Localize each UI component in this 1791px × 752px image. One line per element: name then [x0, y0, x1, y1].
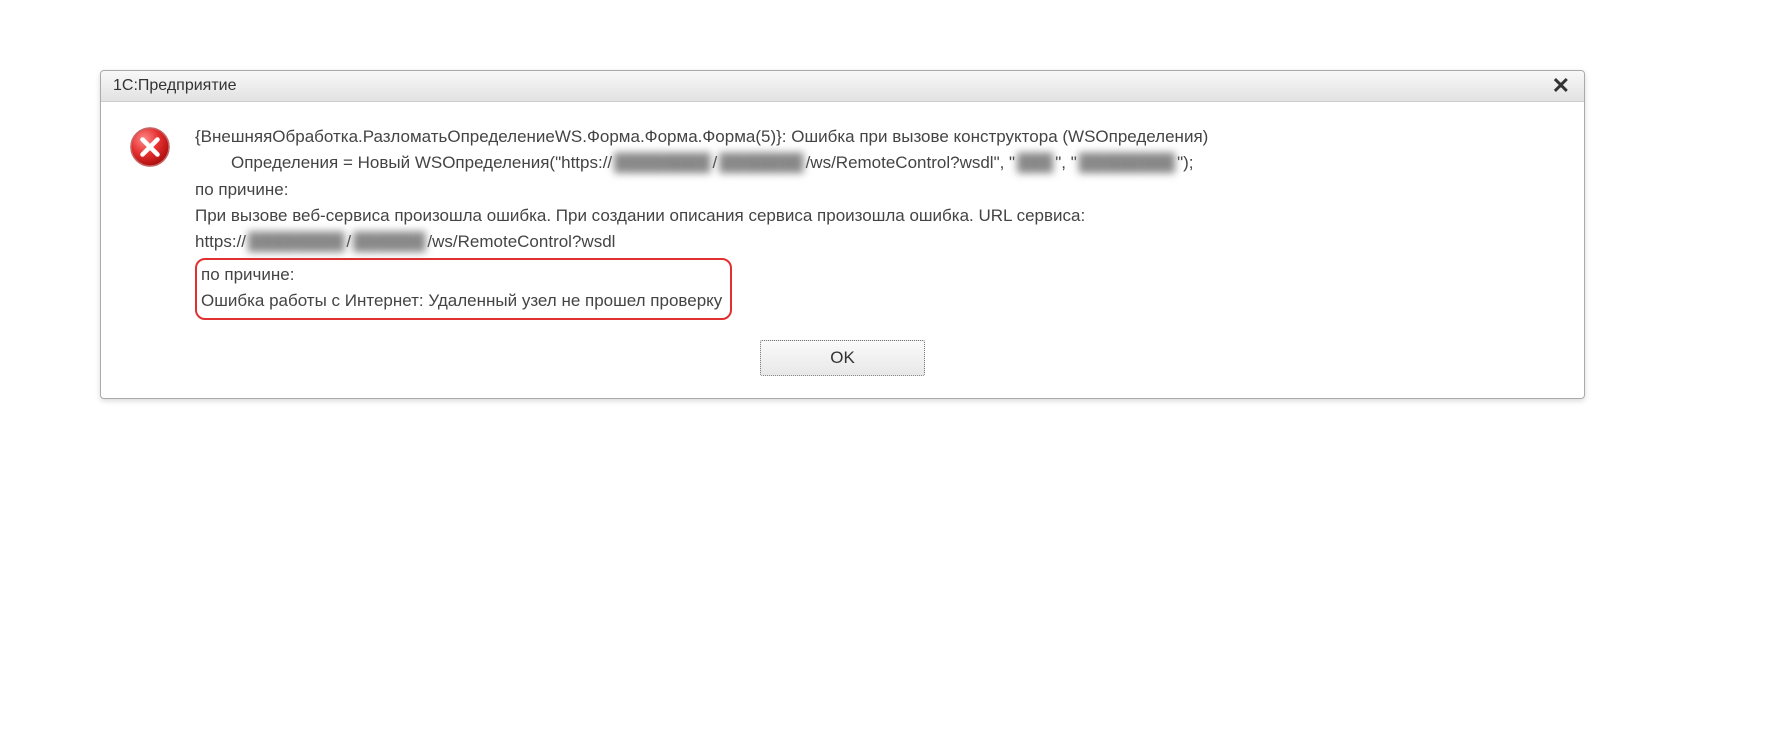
highlighted-error-box: по причине: Ошибка работы с Интернет: Уд… [195, 258, 732, 321]
message-line-1: {ВнешняяОбработка.РазломатьОпределениеWS… [195, 124, 1556, 150]
blurred-text: ████████ [1079, 150, 1175, 176]
message-line-4: При вызове веб-сервиса произошла ошибка.… [195, 203, 1556, 229]
message-line-2-prefix: Определения = Новый WSОпределения("https… [231, 150, 612, 176]
message-line-5: https:// ████████ / ██████ /ws/RemoteCon… [195, 229, 1556, 255]
highlight-line-1: по причине: [201, 262, 722, 288]
highlight-line-2: Ошибка работы с Интернет: Удаленный узел… [201, 288, 722, 314]
dialog-title: 1С:Предприятие [113, 77, 237, 95]
message-line-3: по причине: [195, 177, 1556, 203]
dialog-content: {ВнешняяОбработка.РазломатьОпределениеWS… [101, 102, 1584, 340]
message-text: / [713, 150, 718, 176]
error-message: {ВнешняяОбработка.РазломатьОпределениеWS… [195, 124, 1556, 320]
message-line-5-end: /ws/RemoteControl?wsdl [427, 229, 615, 255]
blurred-text: ██████ [353, 229, 425, 255]
message-line-2: Определения = Новый WSОпределения("https… [195, 150, 1556, 176]
blurred-text: ███ [1017, 150, 1053, 176]
message-line-5-prefix: https:// [195, 229, 246, 255]
error-dialog: 1С:Предприятие ✕ {ВнешняяОбработка.Разл [100, 70, 1585, 399]
blurred-text: ███████ [719, 150, 803, 176]
blurred-text: ████████ [614, 150, 710, 176]
message-line-2-end: "); [1177, 150, 1193, 176]
ok-button[interactable]: OK [760, 340, 925, 376]
message-text: /ws/RemoteControl?wsdl", " [806, 150, 1016, 176]
close-button[interactable]: ✕ [1548, 75, 1574, 97]
blurred-text: ████████ [248, 229, 344, 255]
error-icon [129, 126, 171, 173]
message-text: / [346, 229, 351, 255]
dialog-button-row: OK [101, 340, 1584, 398]
dialog-titlebar: 1С:Предприятие ✕ [101, 71, 1584, 102]
message-text: ", " [1055, 150, 1077, 176]
